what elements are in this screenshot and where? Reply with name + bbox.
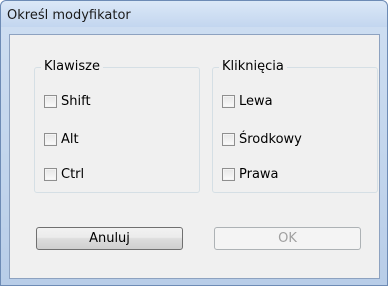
left-click-checkbox[interactable]: Lewa bbox=[222, 93, 273, 109]
clicks-group-title: Kliknięcia bbox=[219, 59, 287, 75]
right-click-label: Prawa bbox=[239, 166, 279, 182]
shift-checkbox[interactable]: Shift bbox=[44, 93, 91, 109]
title-bar[interactable]: Określ modyfikator bbox=[1, 1, 387, 27]
left-click-label: Lewa bbox=[239, 93, 273, 109]
keys-group-title: Klawisze bbox=[41, 59, 103, 75]
right-click-checkbox[interactable]: Prawa bbox=[222, 166, 279, 182]
ok-button[interactable]: OK bbox=[214, 227, 361, 250]
dialog-window: Określ modyfikator Klawisze Shift Alt Ct… bbox=[0, 0, 388, 286]
checkbox-box[interactable] bbox=[44, 132, 57, 146]
middle-click-checkbox[interactable]: Środkowy bbox=[222, 131, 302, 147]
window-title: Określ modyfikator bbox=[7, 8, 131, 23]
cancel-button[interactable]: Anuluj bbox=[36, 227, 183, 250]
ctrl-checkbox[interactable]: Ctrl bbox=[44, 166, 84, 182]
dialog-client-area: Klawisze Shift Alt Ctrl Kliknięcia Lewa bbox=[9, 34, 380, 279]
checkbox-box[interactable] bbox=[222, 132, 235, 146]
alt-label: Alt bbox=[61, 131, 79, 147]
keys-groupbox: Klawisze Shift Alt Ctrl bbox=[34, 59, 200, 193]
checkbox-box[interactable] bbox=[44, 167, 57, 181]
clicks-groupbox: Kliknięcia Lewa Środkowy Prawa bbox=[212, 59, 378, 193]
checkbox-box[interactable] bbox=[44, 94, 57, 108]
ctrl-label: Ctrl bbox=[61, 166, 85, 182]
checkbox-box[interactable] bbox=[222, 167, 235, 181]
middle-click-label: Środkowy bbox=[239, 131, 302, 147]
alt-checkbox[interactable]: Alt bbox=[44, 131, 79, 147]
shift-label: Shift bbox=[61, 93, 91, 109]
checkbox-box[interactable] bbox=[222, 94, 235, 108]
